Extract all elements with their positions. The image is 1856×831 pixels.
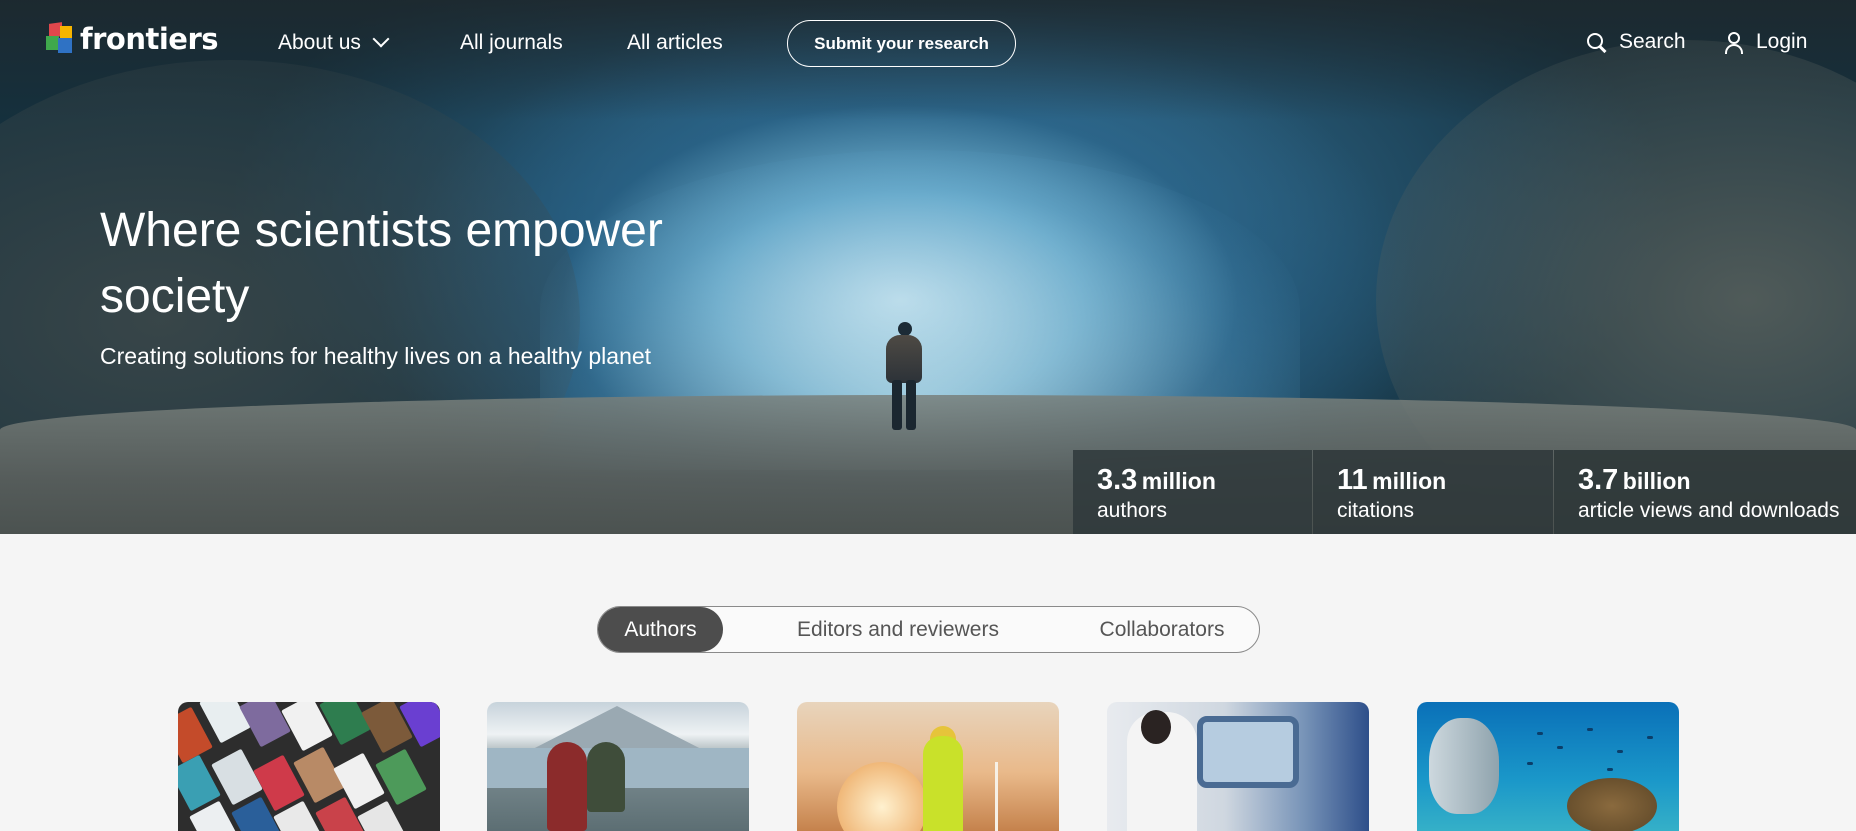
card-image-sun — [837, 762, 927, 831]
submit-research-button[interactable]: Submit your research — [787, 20, 1016, 67]
stat-authors: 3.3 million authors — [1073, 450, 1312, 534]
stat-views: 3.7 billion article views and downloads — [1554, 450, 1856, 534]
tab-collaborators[interactable]: Collaborators — [1082, 607, 1242, 652]
stat-unit: million — [1141, 468, 1216, 494]
stat-label: article views and downloads — [1578, 499, 1840, 522]
login-button[interactable]: Login — [1724, 30, 1807, 54]
card-image-fish — [1527, 762, 1533, 765]
card-image-wind-turbine — [995, 762, 998, 831]
card-image-fish — [1617, 750, 1623, 753]
card-image-tile — [375, 748, 427, 806]
card-ocean-life[interactable] — [1417, 702, 1679, 831]
card-laboratory-scientist[interactable] — [1107, 702, 1369, 831]
logo-wordmark: frontiers — [80, 22, 219, 56]
card-wind-farm-worker[interactable] — [797, 702, 1059, 831]
frontiers-logo-icon — [46, 22, 74, 55]
search-label: Search — [1619, 30, 1686, 53]
nav-all-journals[interactable]: All journals — [460, 31, 563, 55]
hero-image-climber-leg — [892, 380, 902, 430]
nav-all-articles[interactable]: All articles — [627, 31, 723, 55]
nav-about-us-label: About us — [278, 31, 361, 54]
card-image-fish — [1587, 728, 1593, 731]
card-image-fish — [1557, 746, 1563, 749]
hero-title: Where scientists empower society — [100, 204, 663, 323]
frontiers-logo[interactable]: frontiers — [46, 22, 219, 56]
hero-image-climber-leg — [906, 380, 916, 430]
nav-about-us[interactable]: About us — [278, 30, 390, 55]
card-image-turtle — [1567, 778, 1657, 831]
tab-editors-and-reviewers[interactable]: Editors and reviewers — [768, 607, 1028, 652]
audience-tabs: Authors Editors and reviewers Collaborat… — [597, 606, 1260, 653]
search-icon — [1587, 33, 1605, 51]
card-image-lab-equipment — [1197, 716, 1299, 788]
hero-image-climber-head — [898, 322, 912, 336]
tab-authors[interactable]: Authors — [598, 607, 723, 652]
card-image-fish — [1607, 768, 1613, 771]
card-image-person — [547, 742, 587, 831]
stat-number: 11 — [1337, 464, 1368, 496]
card-image-fish — [1647, 736, 1653, 739]
card-image-tile — [211, 748, 263, 806]
stat-label: authors — [1097, 499, 1168, 522]
chevron-down-icon — [372, 30, 390, 48]
user-icon — [1724, 32, 1743, 54]
card-image-dolphin — [1429, 718, 1499, 814]
hero-subtitle: Creating solutions for healthy lives on … — [100, 343, 652, 369]
hero-image-climber-body — [886, 335, 922, 383]
card-image-worker — [923, 736, 963, 831]
card-image-fish — [1537, 732, 1543, 735]
stat-number: 3.7 — [1578, 464, 1619, 496]
card-journals-collage[interactable] — [178, 702, 440, 831]
login-label: Login — [1756, 30, 1808, 53]
card-image-person — [587, 742, 625, 812]
stat-unit: billion — [1622, 468, 1691, 494]
search-button[interactable]: Search — [1587, 30, 1686, 54]
stat-unit: million — [1372, 468, 1447, 494]
stat-number: 3.3 — [1097, 464, 1138, 496]
stat-label: citations — [1337, 499, 1415, 522]
card-image-scientist-head — [1141, 710, 1171, 744]
card-researchers-lake[interactable] — [487, 702, 749, 831]
stat-citations: 11 million citations — [1313, 450, 1553, 534]
top-navigation: frontiers About us All journals All arti… — [0, 0, 1856, 84]
card-image-tile — [357, 800, 409, 831]
